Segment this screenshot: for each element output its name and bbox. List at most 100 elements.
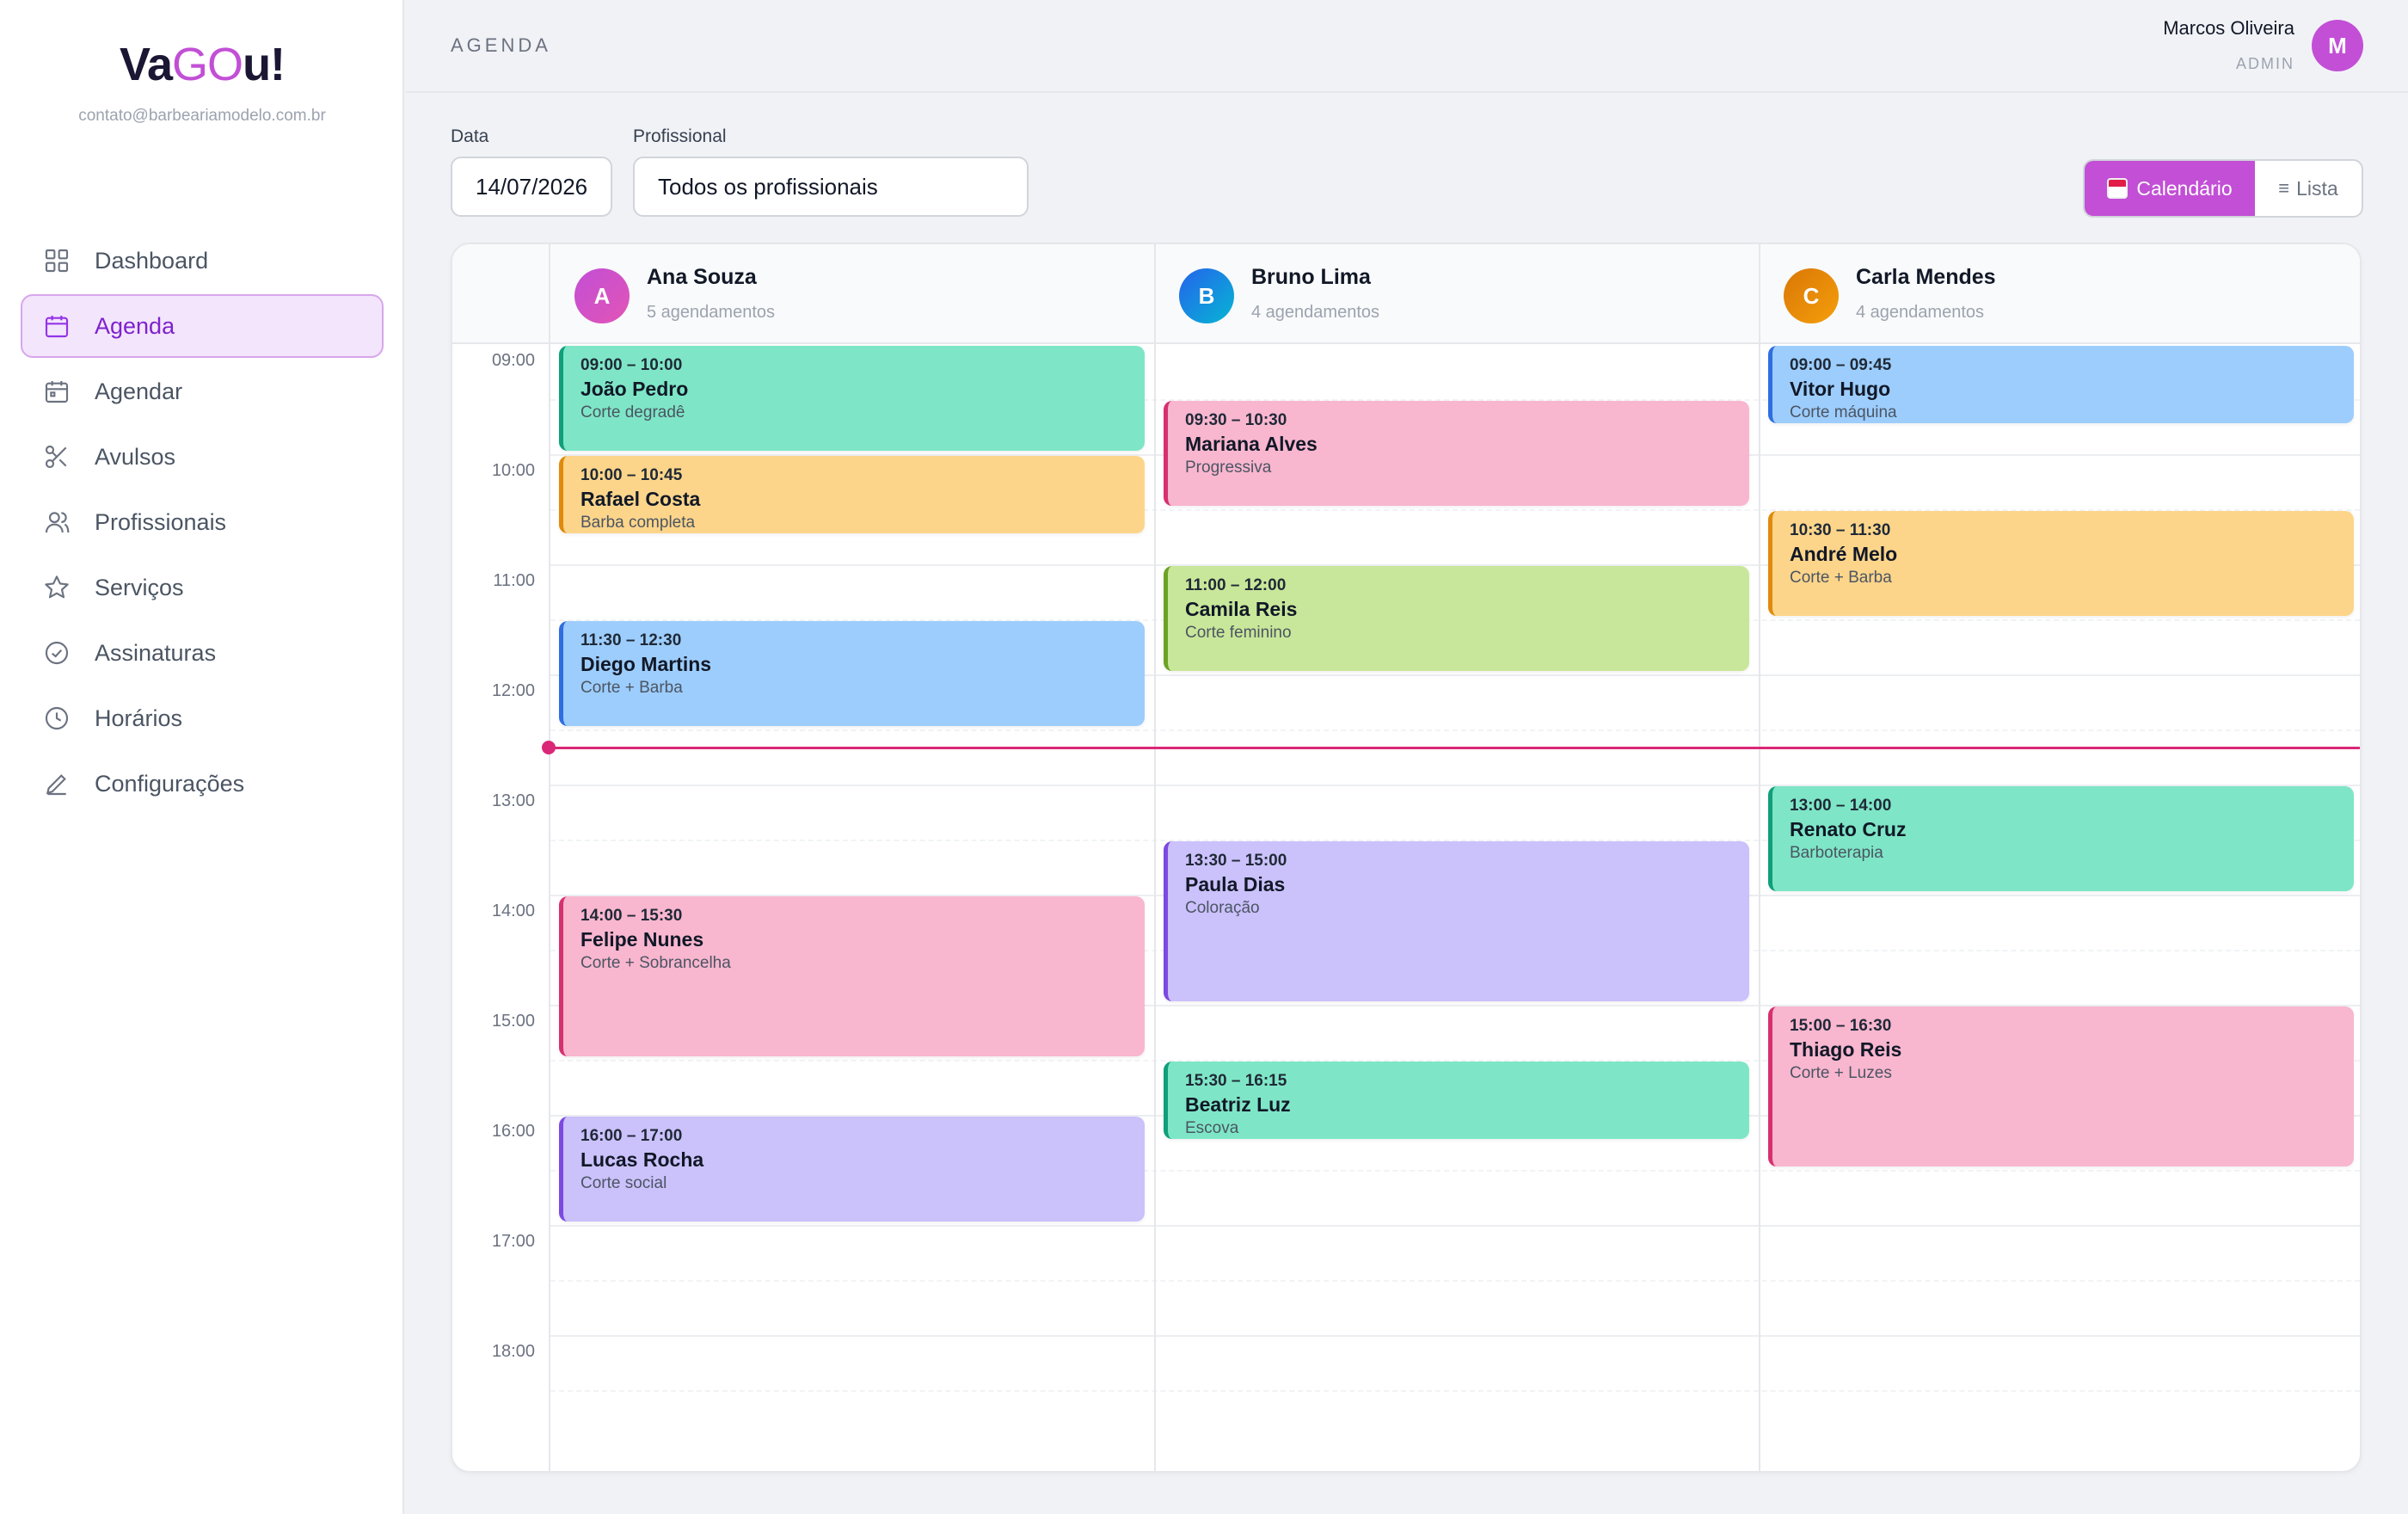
appointment-card[interactable]: 11:00 – 12:00 Camila Reis Corte feminino bbox=[1164, 566, 1749, 671]
appointment-service: Barba completa bbox=[580, 514, 696, 532]
appointment-client: Renato Cruz bbox=[1790, 818, 1907, 840]
appointment-service: Progressiva bbox=[1185, 459, 1272, 477]
column-divider bbox=[1154, 244, 1156, 1471]
hour-label: 15:00 bbox=[491, 1012, 535, 1031]
appointment-card[interactable]: 11:30 – 12:30 Diego Martins Corte + Barba bbox=[559, 621, 1145, 726]
current-time-line bbox=[549, 747, 2360, 750]
list-icon: ≡ bbox=[2278, 177, 2290, 199]
appointment-client: Vitor Hugo bbox=[1790, 378, 1891, 400]
hour-label: 14:00 bbox=[491, 902, 535, 920]
calendar-add-icon bbox=[43, 378, 71, 405]
appointment-service: Corte degradê bbox=[580, 403, 685, 422]
appointment-service: Corte + Barba bbox=[1790, 569, 1892, 587]
appointment-card[interactable]: 09:00 – 09:45 Vitor Hugo Corte máquina bbox=[1768, 346, 2354, 423]
date-input[interactable]: 14/07/2026 bbox=[451, 157, 612, 217]
appointment-time: 10:00 – 10:45 bbox=[580, 466, 683, 484]
hour-label: 16:00 bbox=[491, 1122, 535, 1141]
date-label: Data bbox=[451, 126, 489, 146]
appointment-time: 14:00 – 15:30 bbox=[580, 907, 683, 925]
list-view-button[interactable]: ≡ Lista bbox=[2255, 161, 2362, 216]
appointment-card[interactable]: 09:30 – 10:30 Mariana Alves Progressiva bbox=[1164, 401, 1749, 506]
sidebar-item-agendar[interactable]: Agendar bbox=[21, 360, 384, 423]
sidebar-item-dashboard[interactable]: Dashboard bbox=[21, 229, 384, 292]
appointment-service: Barboterapia bbox=[1790, 844, 1883, 862]
professional-avatar: A bbox=[574, 268, 630, 323]
hour-label: 12:00 bbox=[491, 681, 535, 700]
professional-avatar: B bbox=[1179, 268, 1234, 323]
hour-gridline bbox=[550, 1225, 2360, 1227]
appointment-service: Corte máquina bbox=[1790, 403, 1897, 422]
sidebar-item-servicos[interactable]: Serviços bbox=[21, 556, 384, 619]
appointment-client: Felipe Nunes bbox=[580, 928, 704, 951]
appointment-card[interactable]: 15:30 – 16:15 Beatriz Luz Escova bbox=[1164, 1062, 1749, 1139]
half-hour-gridline bbox=[550, 729, 2360, 731]
appointment-time: 11:00 – 12:00 bbox=[1185, 576, 1287, 594]
sidebar-item-configuracoes[interactable]: Configurações bbox=[21, 752, 384, 815]
user-name[interactable]: Marcos Oliveira bbox=[2163, 17, 2294, 40]
professional-header: B Bruno Lima 4 agendamentos bbox=[1155, 244, 1760, 344]
calendar-emoji-icon bbox=[2107, 178, 2128, 199]
hour-gridline bbox=[550, 1335, 2360, 1337]
sidebar-item-assinaturas[interactable]: Assinaturas bbox=[21, 621, 384, 685]
appointment-client: Paula Dias bbox=[1185, 873, 1286, 895]
appointment-card[interactable]: 10:30 – 11:30 André Melo Corte + Barba bbox=[1768, 511, 2354, 616]
appointment-time: 09:00 – 10:00 bbox=[580, 356, 683, 374]
calendar-icon bbox=[43, 312, 71, 340]
sidebar-item-avulsos[interactable]: Avulsos bbox=[21, 425, 384, 489]
sidebar-item-horarios[interactable]: Horários bbox=[21, 686, 384, 750]
appointment-client: Lucas Rocha bbox=[580, 1148, 704, 1171]
sidebar: VaGOu! contato@barbeariamodelo.com.br Da… bbox=[0, 0, 404, 1514]
professional-name: Carla Mendes bbox=[1856, 265, 1996, 289]
appointment-client: Rafael Costa bbox=[580, 488, 701, 510]
appointment-card[interactable]: 13:30 – 15:00 Paula Dias Coloração bbox=[1164, 841, 1749, 1001]
appointment-service: Corte + Luzes bbox=[1790, 1064, 1892, 1082]
pen-icon bbox=[43, 770, 71, 797]
page-title: AGENDA bbox=[451, 34, 551, 56]
appointment-time: 16:00 – 17:00 bbox=[580, 1127, 683, 1145]
sidebar-item-profissionais[interactable]: Profissionais bbox=[21, 490, 384, 554]
appointment-count: 5 agendamentos bbox=[647, 303, 776, 322]
appointment-card[interactable]: 13:00 – 14:00 Renato Cruz Barboterapia bbox=[1768, 786, 2354, 891]
appointment-card[interactable]: 14:00 – 15:30 Felipe Nunes Corte + Sobranc… bbox=[559, 896, 1145, 1056]
appointment-card[interactable]: 16:00 – 17:00 Lucas Rocha Corte social bbox=[559, 1117, 1145, 1222]
sidebar-nav: Dashboard Agenda Agendar Avulsos Profiss… bbox=[21, 229, 384, 817]
professional-name: Ana Souza bbox=[647, 265, 757, 289]
user-avatar[interactable]: M bbox=[2312, 20, 2363, 71]
professional-name: Bruno Lima bbox=[1251, 265, 1371, 289]
calendar-view-button[interactable]: Calendário bbox=[2085, 161, 2255, 216]
appointment-time: 15:00 – 16:30 bbox=[1790, 1017, 1892, 1035]
sidebar-item-label: Serviços bbox=[95, 574, 184, 600]
scissors-icon bbox=[43, 443, 71, 471]
appointment-card[interactable]: 15:00 – 16:30 Thiago Reis Corte + Luzes bbox=[1768, 1006, 2354, 1166]
appointment-service: Coloração bbox=[1185, 899, 1260, 917]
appointment-client: Beatriz Luz bbox=[1185, 1093, 1291, 1116]
professional-header: C Carla Mendes 4 agendamentos bbox=[1760, 244, 2360, 344]
column-divider bbox=[1759, 244, 1760, 1471]
appointment-card[interactable]: 10:00 – 10:45 Rafael Costa Barba completa bbox=[559, 456, 1145, 533]
appointment-service: Corte social bbox=[580, 1174, 667, 1192]
appointment-time: 10:30 – 11:30 bbox=[1790, 521, 1891, 539]
view-toggle: Calendário ≡ Lista bbox=[2083, 159, 2363, 218]
app-logo[interactable]: VaGOu! bbox=[0, 38, 404, 91]
appointment-client: Diego Martins bbox=[580, 653, 712, 675]
professional-label: Profissional bbox=[633, 126, 727, 146]
appointment-service: Escova bbox=[1185, 1119, 1239, 1137]
appointment-card[interactable]: 09:00 – 10:00 João Pedro Corte degradê bbox=[559, 346, 1145, 451]
sidebar-item-agenda[interactable]: Agenda bbox=[21, 294, 384, 358]
current-time-dot bbox=[542, 741, 556, 755]
star-icon bbox=[43, 574, 71, 601]
appointment-time: 13:00 – 14:00 bbox=[1790, 797, 1892, 815]
calendar-grid: 09:00 10:00 11:00 12:00 13:00 14:00 15:00 16:00… bbox=[451, 243, 2362, 1473]
half-hour-gridline bbox=[550, 1390, 2360, 1392]
sidebar-item-label: Assinaturas bbox=[95, 639, 217, 666]
sidebar-item-label: Profissionais bbox=[95, 508, 227, 535]
appointment-client: Camila Reis bbox=[1185, 598, 1298, 620]
professional-select[interactable]: Todos os profissionais bbox=[633, 157, 1029, 217]
hour-label: 09:00 bbox=[491, 351, 535, 370]
sidebar-item-label: Agenda bbox=[95, 312, 175, 339]
user-role: ADMIN bbox=[2236, 55, 2294, 72]
hour-label: 11:00 bbox=[493, 571, 535, 590]
appointment-client: João Pedro bbox=[580, 378, 689, 400]
time-column-divider bbox=[549, 244, 550, 1471]
sidebar-item-label: Horários bbox=[95, 705, 183, 731]
